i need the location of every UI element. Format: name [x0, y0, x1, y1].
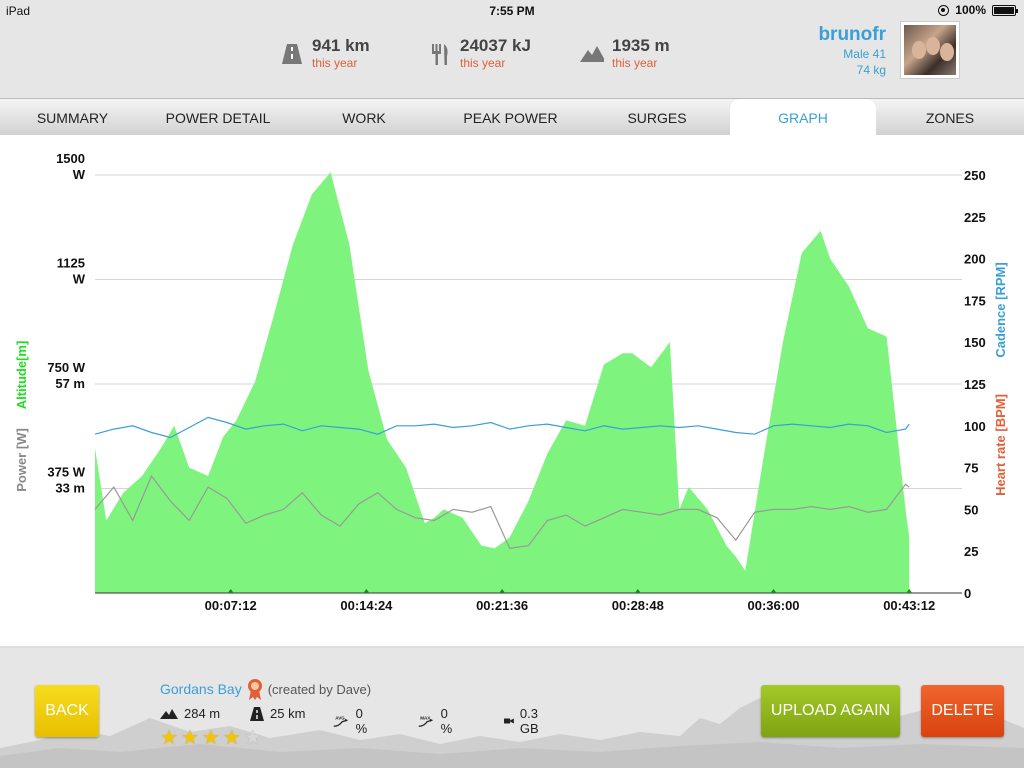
- x-tick-label: 00:21:36: [476, 598, 528, 613]
- right-tick-label: 25: [964, 544, 978, 559]
- x-tick-label: 00:28:48: [612, 598, 664, 613]
- award-ribbon-icon: [247, 679, 262, 700]
- user-name: brunofr: [818, 24, 886, 45]
- battery-icon: [992, 4, 1018, 16]
- left-tick-label: 1500: [56, 151, 85, 166]
- mountain-icon: [580, 46, 604, 62]
- mountain-icon: [160, 708, 178, 719]
- route-max-gradient-value: 0 %: [440, 706, 453, 736]
- avg-gradient-icon-label: AVG: [335, 715, 345, 720]
- rating-stars[interactable]: ★ ★ ★ ★ ★: [160, 728, 262, 748]
- right-tick-label: 75: [964, 461, 978, 476]
- tab-peak-power[interactable]: PEAK POWER: [437, 99, 584, 136]
- rotation-lock-icon: [938, 4, 950, 16]
- fork-knife-icon: [432, 44, 448, 65]
- left-axis-title-power: Power [W]: [14, 428, 29, 492]
- route-name[interactable]: Gordans Bay: [160, 681, 242, 697]
- route-elevation-value: 284 m: [184, 706, 221, 721]
- left-tick-label: 57 m: [55, 376, 85, 391]
- avatar[interactable]: [900, 21, 960, 79]
- graph-chart[interactable]: 375 W33 m750 W57 m1125W1500W025507510012…: [0, 135, 1024, 648]
- x-tick-label: 00:07:12: [205, 598, 257, 613]
- tab-summary[interactable]: SUMMARY: [0, 99, 145, 136]
- video-camera-icon: [504, 718, 514, 724]
- road-icon: [250, 706, 264, 721]
- right-tick-label: 50: [964, 502, 978, 517]
- tab-graph[interactable]: GRAPH: [730, 99, 876, 136]
- max-gradient-icon-label: MAX: [420, 715, 430, 720]
- clock: 7:55 PM: [489, 4, 535, 18]
- footer: BACK Gordans Bay (created by Dave) 284 m…: [0, 648, 1024, 768]
- stat-distance: 941 km this year: [280, 36, 370, 70]
- tab-surges[interactable]: SURGES: [584, 99, 730, 136]
- battery-percent: 100%: [955, 3, 986, 17]
- route-distance: 25 km: [250, 706, 305, 721]
- user-info: brunofr Male 41 74 kg: [818, 24, 886, 78]
- stat-value: 1935 m: [612, 36, 670, 55]
- upload-again-button[interactable]: UPLOAD AGAIN: [761, 685, 900, 737]
- left-tick-label: 750 W: [47, 360, 85, 375]
- left-tick-label: 1125: [57, 256, 85, 271]
- route-creator: (created by Dave): [267, 681, 372, 697]
- route-avg-gradient-value: 0 %: [355, 706, 368, 736]
- x-tick-label: 00:43:12: [883, 598, 935, 613]
- x-tick-label: 00:36:00: [747, 598, 799, 613]
- star-filled-icon[interactable]: ★: [181, 728, 199, 748]
- right-tick-label: 175: [964, 293, 986, 308]
- stat-sub: this year: [612, 56, 658, 70]
- tab-power-detail[interactable]: POWER DETAIL: [145, 99, 291, 136]
- star-empty-icon[interactable]: ★: [244, 728, 262, 748]
- user-gender-age: Male 41: [843, 47, 886, 61]
- max-gradient-icon: MAX: [418, 715, 434, 727]
- status-right: 100%: [938, 3, 1018, 17]
- right-tick-label: 125: [964, 377, 986, 392]
- right-tick-label: 150: [964, 335, 986, 350]
- avg-gradient-icon: AVG: [333, 715, 349, 727]
- route-elevation: 284 m: [160, 706, 220, 721]
- left-tick-label: 375 W: [47, 465, 85, 480]
- stat-energy: 24037 kJ this year: [428, 36, 531, 70]
- status-bar: iPad 7:55 PM 100%: [0, 0, 1024, 22]
- star-filled-icon[interactable]: ★: [160, 728, 178, 748]
- stat-sub: this year: [460, 56, 506, 70]
- route-video-size-value: 0.3 GB: [519, 706, 539, 736]
- right-tick-label: 100: [964, 419, 986, 434]
- tab-zones[interactable]: ZONES: [876, 99, 1024, 136]
- route-max-gradient: MAX 0 %: [418, 706, 458, 736]
- left-axis-title-altitude: Altitude[m]: [14, 341, 29, 410]
- delete-button[interactable]: DELETE: [921, 685, 1004, 737]
- star-filled-icon[interactable]: ★: [202, 728, 220, 748]
- stat-climb: 1935 m this year: [580, 36, 670, 70]
- stat-sub: this year: [312, 56, 358, 70]
- tab-work[interactable]: WORK: [291, 99, 437, 136]
- left-tick-label: 33 m: [55, 481, 85, 496]
- stat-value: 941 km: [312, 36, 370, 55]
- right-tick-label: 200: [964, 252, 986, 267]
- tab-bar: SUMMARY POWER DETAIL WORK PEAK POWER SUR…: [0, 98, 1024, 136]
- stat-value: 24037 kJ: [460, 36, 531, 55]
- graph-panel: 375 W 33 m 750 W 57 m 1125 W 1500 W 0 25 50 75 100 12…: [0, 135, 1024, 648]
- series-altitude-area: [95, 172, 910, 593]
- route-avg-gradient: AVG 0 %: [333, 706, 373, 736]
- star-filled-icon[interactable]: ★: [223, 728, 241, 748]
- route-video-size: 0.3 GB: [504, 706, 545, 736]
- left-tick-label: W: [73, 167, 86, 182]
- left-tick-label: W: [73, 272, 86, 287]
- right-tick-label: 250: [964, 168, 986, 183]
- back-button[interactable]: BACK: [35, 685, 99, 737]
- avatar-photo: [904, 25, 956, 75]
- route-stats: 284 m 25 km AVG 0 % MAX 0 % 0.3 GB: [160, 706, 539, 736]
- x-tick-label: 00:14:24: [340, 598, 393, 613]
- right-tick-label: 0: [964, 586, 971, 601]
- route-distance-value: 25 km: [270, 706, 306, 721]
- user-weight: 74 kg: [856, 63, 886, 77]
- route-info: Gordans Bay (created by Dave) 284 m 25 k…: [160, 678, 539, 736]
- right-axis-title-heart-rate: Heart rate [BPM]: [993, 394, 1008, 496]
- road-icon: [282, 44, 302, 64]
- right-tick-label: 225: [964, 210, 986, 225]
- right-axis-title-cadence: Cadence [RPM]: [993, 262, 1008, 357]
